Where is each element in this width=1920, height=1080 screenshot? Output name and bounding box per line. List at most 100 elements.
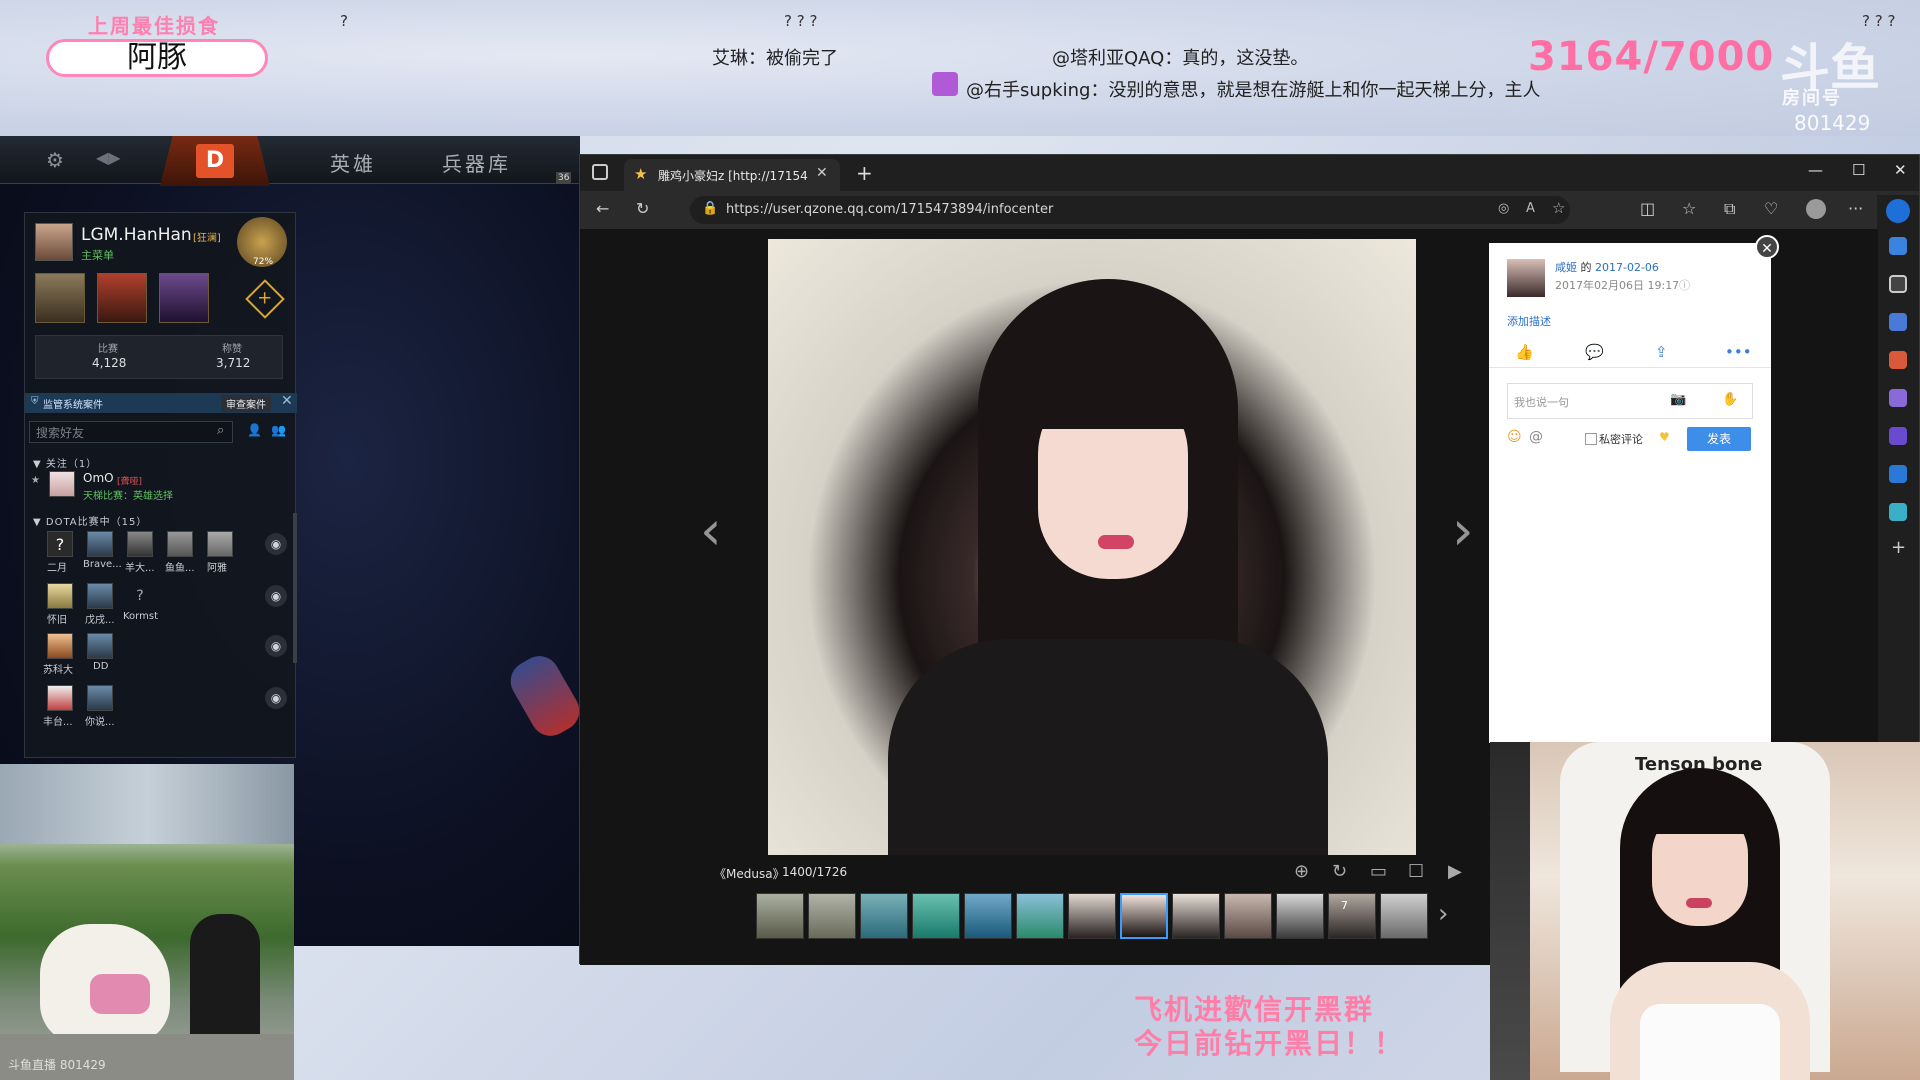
add-hero-icon[interactable]: +	[245, 279, 285, 319]
friend-avatar[interactable]	[47, 633, 73, 659]
unknown-avatar-icon[interactable]: ?	[47, 531, 73, 557]
office-icon[interactable]	[1889, 427, 1907, 445]
favorites-icon[interactable]: ☆	[1682, 199, 1696, 218]
panel-scrollbar[interactable]	[293, 513, 297, 663]
comment-input[interactable]: 我也说一句 📷 ✋	[1507, 383, 1753, 419]
location-icon[interactable]: ◎	[1498, 201, 1509, 216]
tools-icon[interactable]	[1889, 351, 1907, 369]
browser-essentials-icon[interactable]: ♡	[1764, 199, 1778, 218]
camera-icon[interactable]: 📷	[1670, 392, 1686, 407]
prev-photo-icon[interactable]: ‹	[700, 499, 722, 562]
shopping-icon[interactable]	[1889, 313, 1907, 331]
window-close-icon[interactable]: ✕	[1894, 161, 1907, 179]
more-menu-icon[interactable]: ···	[1848, 199, 1863, 218]
follow-section-toggle[interactable]: ▼ 关注（1）	[33, 455, 97, 470]
more-icon[interactable]: •••	[1725, 343, 1752, 361]
search-icon[interactable]	[1889, 275, 1907, 293]
split-screen-icon[interactable]: ◫	[1640, 199, 1655, 218]
tab-actions-icon[interactable]	[592, 164, 608, 180]
thumbnail[interactable]	[1016, 893, 1064, 939]
stamp-icon[interactable]: ✋	[1722, 392, 1738, 407]
minimize-icon[interactable]: —	[1808, 161, 1823, 179]
dota-logo-icon[interactable]: D	[196, 144, 234, 178]
friend-avatar[interactable]	[127, 531, 153, 557]
friend-avatar[interactable]	[87, 583, 113, 609]
friend-avatar[interactable]	[87, 531, 113, 557]
address-bar[interactable]: 🔒 https://user.qzone.qq.com/1715473894/i…	[690, 196, 1570, 224]
gear-icon[interactable]: ⚙	[46, 148, 64, 172]
add-sidebar-icon[interactable]: +	[1891, 537, 1906, 558]
close-icon[interactable]: ✕	[281, 393, 293, 409]
thumbnail[interactable]	[912, 893, 960, 939]
back-forward-icon[interactable]: ◀▶	[96, 148, 121, 167]
nav-heroes[interactable]: 英雄	[330, 148, 376, 177]
spectate-eye-icon[interactable]: ◉	[265, 533, 287, 555]
info-icon[interactable]: ⓘ	[1679, 277, 1690, 293]
hero-portrait[interactable]	[159, 273, 209, 323]
mention-icon[interactable]: @	[1529, 429, 1543, 445]
friend-avatar[interactable]	[47, 583, 73, 609]
favorite-star-icon[interactable]: ☆	[1552, 199, 1565, 217]
close-viewer-icon[interactable]: ✕	[1755, 235, 1779, 259]
profile-name[interactable]: LGM.HanHan	[81, 225, 192, 245]
nav-armory[interactable]: 兵器库	[442, 148, 511, 177]
refresh-icon[interactable]: ↻	[636, 199, 649, 218]
next-thumbs-icon[interactable]: ›	[1438, 899, 1448, 929]
spectate-eye-icon[interactable]: ◉	[265, 585, 287, 607]
thumbnail-active[interactable]	[1120, 893, 1168, 939]
like-icon[interactable]: 👍	[1515, 343, 1534, 361]
comment-icon[interactable]: 💬	[1585, 343, 1604, 361]
share-icon[interactable]: ⇪	[1655, 343, 1668, 361]
next-photo-icon[interactable]: ›	[1452, 499, 1474, 562]
friend-avatar[interactable]	[49, 471, 75, 497]
uploader-name[interactable]: 咸姬	[1555, 261, 1577, 274]
friend-avatar[interactable]	[167, 531, 193, 557]
group-icon[interactable]: 👥	[271, 423, 286, 437]
thumbnail[interactable]	[756, 893, 804, 939]
outlook-icon[interactable]	[1889, 465, 1907, 483]
add-friend-icon[interactable]: 👤	[247, 423, 262, 437]
new-tab-icon[interactable]: +	[856, 161, 873, 185]
friend-avatar[interactable]	[87, 633, 113, 659]
follow-friend-name[interactable]: OmO	[83, 471, 114, 485]
emoji-icon[interactable]: ☺	[1507, 429, 1522, 445]
thumbnail[interactable]	[1172, 893, 1220, 939]
notification-icon[interactable]	[1889, 237, 1907, 255]
thumbnail[interactable]	[860, 893, 908, 939]
send-comment-button[interactable]: 发表	[1687, 427, 1751, 451]
thumbnail[interactable]	[1224, 893, 1272, 939]
thumbnail[interactable]	[1068, 893, 1116, 939]
main-photo[interactable]	[768, 239, 1416, 855]
maximize-icon[interactable]: ☐	[1852, 161, 1865, 179]
match-section-toggle[interactable]: ▼ DOTA比赛中（15）	[33, 513, 147, 528]
tab-qzone[interactable]: ★ 雕鸡小豪妇z [http://1715473894 ✕	[624, 159, 840, 191]
search-icon[interactable]: ⌕	[217, 423, 224, 438]
spectate-eye-icon[interactable]: ◉	[265, 635, 287, 657]
games-icon[interactable]	[1889, 389, 1907, 407]
thumbnail[interactable]	[808, 893, 856, 939]
url-text[interactable]: https://user.qzone.qq.com/1715473894/inf…	[726, 202, 1053, 217]
private-comment-checkbox[interactable]	[1585, 433, 1597, 445]
tab-close-icon[interactable]: ✕	[816, 165, 828, 181]
add-description-link[interactable]: 添加描述	[1507, 313, 1551, 329]
rotate-icon[interactable]: ↻	[1332, 861, 1347, 882]
profile-avatar[interactable]	[35, 223, 73, 261]
read-aloud-icon[interactable]: A	[1526, 201, 1535, 216]
friend-avatar[interactable]	[47, 685, 73, 711]
spectate-eye-icon[interactable]: ◉	[265, 687, 287, 709]
thumbnail[interactable]	[964, 893, 1012, 939]
fit-icon[interactable]: ▭	[1370, 861, 1387, 882]
thumbnail[interactable]	[1276, 893, 1324, 939]
lock-icon[interactable]: 🔒	[702, 201, 718, 216]
drop-icon[interactable]	[1889, 503, 1907, 521]
zoom-in-icon[interactable]: ⊕	[1294, 861, 1309, 882]
hero-portrait[interactable]	[35, 273, 85, 323]
back-icon[interactable]: ←	[596, 199, 609, 218]
unknown-avatar-icon[interactable]: ?	[127, 583, 153, 609]
copilot-icon[interactable]	[1886, 199, 1910, 223]
fullsize-icon[interactable]: ☐	[1408, 861, 1424, 882]
profile-avatar-icon[interactable]	[1806, 199, 1826, 219]
uploader-avatar[interactable]	[1507, 259, 1545, 297]
friend-search-input[interactable]: 搜索好友	[29, 421, 233, 443]
hero-portrait[interactable]	[97, 273, 147, 323]
